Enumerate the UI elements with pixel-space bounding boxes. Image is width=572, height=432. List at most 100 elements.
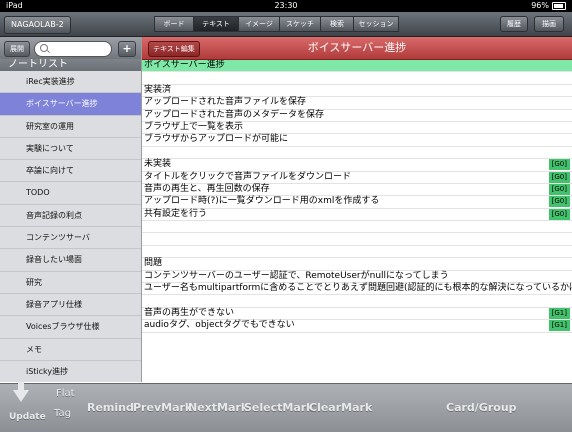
row-text: コンテンツサーバーのユーザー認証で、RemoteUserがnullになってしまう	[144, 270, 449, 281]
sidebar-item[interactable]: コンテンツサーバ	[0, 227, 141, 250]
clock: 23:30	[274, 1, 298, 10]
note-header: ボイスサーバー進捗 テキスト編集	[142, 37, 572, 60]
sidebar-toolbar: 展開 +	[0, 37, 141, 59]
download-arrow-icon	[13, 390, 29, 402]
group-tag[interactable]: [G1]	[548, 307, 570, 319]
flat-tag-toggle[interactable]: Flat Tag	[50, 384, 80, 432]
app-name-button[interactable]: NAGAOLAB-2	[4, 16, 71, 34]
sidebar-item[interactable]: 研究	[0, 272, 141, 294]
draw-button[interactable]: 描画	[534, 16, 564, 32]
sidebar-item[interactable]: iSticky進捗	[0, 361, 141, 382]
row-text: 実装済	[144, 84, 172, 95]
sidebar-item[interactable]: TODO	[0, 182, 141, 205]
text-row[interactable]	[142, 233, 572, 246]
tab-text[interactable]: テキスト	[194, 16, 239, 32]
group-tag[interactable]: [G0]	[548, 196, 570, 208]
note-title: ボイスサーバー進捗	[307, 41, 407, 54]
row-text: アップロードされた音声のメタデータを保存	[144, 109, 325, 120]
sidebar-item[interactable]: ボイスサーバー進捗	[0, 93, 141, 116]
row-text: ユーザー名もmultipartformに含めることでとりあえず問題回避(認証的に…	[144, 283, 572, 294]
edit-text-button[interactable]: テキスト編集	[148, 41, 200, 57]
text-row[interactable]: ブラウザ上で一覧を表示	[142, 121, 572, 135]
add-button[interactable]: +	[118, 41, 136, 57]
tab-search[interactable]: 検索	[321, 16, 354, 32]
text-row[interactable]: 未実装 [G0]	[142, 159, 572, 172]
sidebar-item[interactable]: 実験について	[0, 138, 141, 161]
sidebar-item[interactable]: メモ	[0, 339, 141, 361]
text-row[interactable]: アップロード時(?)に一覧ダウンロード用のxmlを作成する [G0]	[142, 196, 572, 209]
text-row[interactable]: ボイスサーバー進捗	[142, 60, 572, 73]
expand-button[interactable]: 展開	[4, 41, 30, 57]
sidebar-item[interactable]: 音声記録の利点	[0, 205, 141, 228]
row-text: 未実装	[144, 159, 172, 170]
remind-button[interactable]: Remind	[87, 401, 134, 414]
status-bar: iPad 23:30 96%	[0, 0, 572, 12]
clearmark-button[interactable]: ClearMark	[309, 401, 372, 414]
note-content[interactable]: ボイスサーバー進捗 実装済アップロードされた音声ファイルを保存 アップロードされた音…	[142, 60, 572, 382]
tab-image[interactable]: イメージ	[239, 16, 280, 32]
text-row[interactable]: 実装済	[142, 84, 572, 98]
tab-board[interactable]: ボード	[154, 16, 194, 32]
note-list: iRec実装進捗 ボイスサーバー進捗 研究室の運用 実験について 卒論に向けて TODO 音…	[0, 71, 141, 382]
sidebar-item[interactable]: 卒論に向けて	[0, 160, 141, 183]
text-row[interactable]: 音声の再生ができない [G1]	[142, 307, 572, 321]
text-row[interactable]: audioタグ、objectタグでもできない [G1]	[142, 320, 572, 333]
text-row[interactable]: タイトルをクリックで音声ファイルをダウンロード [G0]	[142, 171, 572, 184]
battery-icon	[552, 2, 566, 10]
tab-sketch[interactable]: スケッチ	[280, 16, 321, 32]
row-text: ブラウザからアップロードが可能に	[144, 134, 289, 145]
group-tag[interactable]: [G0]	[548, 208, 570, 220]
flat-label: Flat	[56, 388, 75, 399]
row-text: audioタグ、objectタグでもできない	[144, 320, 295, 331]
text-row[interactable]	[142, 295, 572, 308]
battery-percent: 96%	[531, 1, 549, 10]
row-text: 音声の再生ができない	[144, 307, 235, 318]
row-text: タイトルをクリックで音声ファイルをダウンロード	[144, 171, 352, 182]
sidebar-title: ノートリスト	[0, 59, 141, 71]
text-row[interactable]	[142, 246, 572, 259]
group-tag[interactable]: [G0]	[548, 159, 570, 171]
text-row[interactable]	[142, 221, 572, 234]
nextmark-button[interactable]: NextMark	[188, 401, 248, 414]
prevmark-button[interactable]: PrevMark	[133, 401, 192, 414]
sidebar-item[interactable]: Voicesブラウザ仕様	[0, 316, 141, 339]
text-row[interactable]	[142, 72, 572, 85]
note-list-sidebar: 展開 + ノートリスト iRec実装進捗 ボイスサーバー進捗 研究室の運用 実験につい…	[0, 37, 142, 382]
text-row[interactable]: 問題	[142, 258, 572, 271]
sidebar-item[interactable]: 研究室の運用	[0, 116, 141, 138]
text-row[interactable]	[142, 147, 572, 160]
search-icon	[40, 44, 48, 52]
battery-indicator: 96%	[531, 0, 566, 12]
text-row[interactable]: アップロードされた音声ファイルを保存	[142, 97, 572, 110]
sidebar-item[interactable]: iRec実装進捗	[0, 71, 141, 94]
row-text: ボイスサーバー進捗	[144, 60, 225, 70]
update-label: Update	[9, 412, 46, 422]
sidebar-item[interactable]: 録音アプリ仕様	[0, 294, 141, 317]
row-text: 共有設定を行う	[144, 208, 208, 219]
top-toolbar: NAGAOLAB-2 ボード テキスト イメージ スケッチ 検索 セッション 履…	[0, 12, 572, 37]
text-row[interactable]: 音声の再生と、再生回数の保存 [G0]	[142, 183, 572, 197]
search-input[interactable]	[34, 41, 112, 57]
selectmark-button[interactable]: SelectMark	[244, 401, 314, 414]
tag-label: Tag	[54, 408, 71, 419]
text-row[interactable]: ブラウザからアップロードが可能に	[142, 134, 572, 147]
row-text: アップロードされた音声ファイルを保存	[144, 97, 307, 108]
update-button[interactable]: Update	[0, 382, 46, 432]
text-row[interactable]: アップロードされた音声のメタデータを保存	[142, 110, 572, 122]
row-text: ブラウザ上で一覧を表示	[144, 121, 244, 132]
text-row[interactable]: ユーザー名もmultipartformに含めることでとりあえず問題回避(認証的に…	[142, 283, 572, 296]
row-text: 問題	[144, 258, 163, 269]
sidebar-item[interactable]: 録音したい場面	[0, 249, 141, 272]
row-text: アップロード時(?)に一覧ダウンロード用のxmlを作成する	[144, 196, 380, 207]
text-row[interactable]: コンテンツサーバーのユーザー認証で、RemoteUserがnullになってしまう	[142, 270, 572, 284]
card-group-button[interactable]: Card/Group	[446, 401, 517, 414]
group-tag[interactable]: [G0]	[548, 171, 570, 183]
group-tag[interactable]: [G0]	[548, 183, 570, 195]
row-text: 音声の再生と、再生回数の保存	[144, 183, 270, 194]
view-tabs: ボード テキスト イメージ スケッチ 検索 セッション	[154, 16, 399, 32]
group-tag[interactable]: [G1]	[548, 320, 570, 332]
bottom-toolbar: Update Flat Tag Remind PrevMark NextMark…	[0, 382, 572, 432]
history-button[interactable]: 履歴	[500, 16, 528, 32]
text-row[interactable]: 共有設定を行う [G0]	[142, 208, 572, 222]
tab-session[interactable]: セッション	[354, 16, 399, 32]
